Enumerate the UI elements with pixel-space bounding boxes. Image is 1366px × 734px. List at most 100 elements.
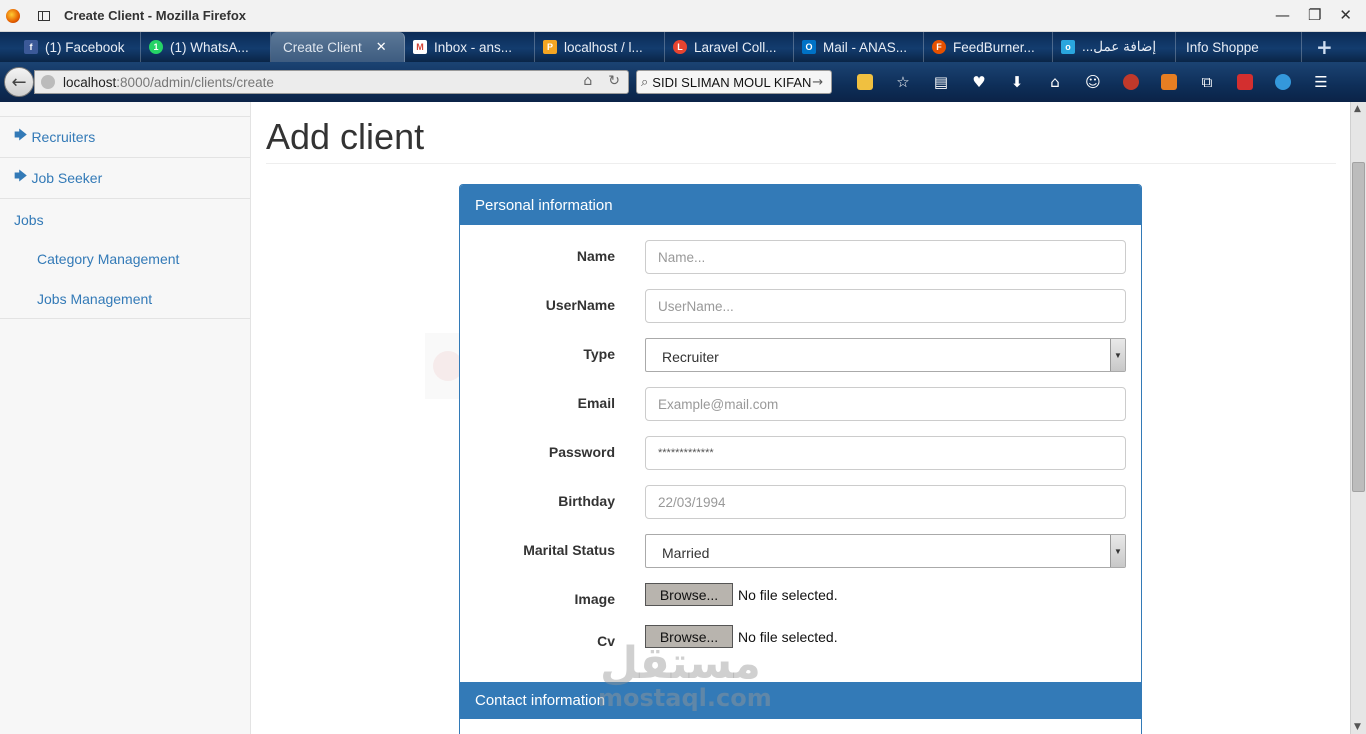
tab-phpmyadmin[interactable]: P localhost / l...: [535, 32, 665, 62]
tab-label: localhost / l...: [564, 39, 643, 55]
maximize-button[interactable]: ❐: [1308, 6, 1321, 24]
marital-status-label: Marital Status: [523, 542, 615, 558]
sidebar-item-jobs-management[interactable]: Jobs Management: [37, 291, 152, 307]
site-identity-icon[interactable]: [41, 75, 55, 89]
birthday-field[interactable]: [645, 485, 1126, 519]
search-icon: ⌕: [641, 74, 649, 90]
firefox-icon: [6, 8, 20, 23]
email-label: Email: [577, 395, 615, 411]
close-window-button[interactable]: ✕: [1339, 6, 1352, 24]
tab-facebook[interactable]: f (1) Facebook: [0, 32, 141, 62]
arrow-right-icon: 🡆: [14, 127, 28, 142]
url-bar[interactable]: localhost:8000/admin/clients/create ⌂ ↻: [34, 70, 629, 94]
type-label: Type: [583, 346, 615, 362]
url-text[interactable]: localhost:8000/admin/clients/create: [63, 75, 274, 90]
tab-create-client[interactable]: Create Client ✕: [271, 32, 405, 62]
window-titlebar: Create Client - Mozilla Firefox — ❐ ✕: [0, 0, 1366, 32]
scroll-down-icon[interactable]: ▼: [1354, 722, 1361, 732]
tab-label: (1) WhatsA...: [170, 39, 249, 55]
image-file-input: Browse... No file selected.: [645, 583, 838, 606]
vertical-scrollbar[interactable]: ▲ ▼: [1350, 102, 1366, 734]
extension-icon[interactable]: [846, 72, 884, 92]
username-field[interactable]: [645, 289, 1126, 323]
type-select[interactable]: Recruiter ▼: [645, 338, 1126, 372]
sidebar-item-label: Job Seeker: [31, 170, 103, 186]
pocket-icon[interactable]: ♥: [960, 72, 998, 92]
feedburner-icon: F: [932, 40, 946, 54]
tab-laravel[interactable]: L Laravel Coll...: [665, 32, 794, 62]
personal-info-panel: Personal information Name UserName Type …: [459, 184, 1142, 734]
name-field[interactable]: [645, 240, 1126, 274]
sidebar-item-recruiters[interactable]: 🡆 Recruiters: [0, 117, 250, 158]
tab-inbox[interactable]: M Inbox - ans...: [405, 32, 535, 62]
home-url-icon[interactable]: ⌂: [583, 73, 592, 89]
tab-label: ...إضافة عمل: [1082, 39, 1157, 54]
name-label: Name: [576, 248, 615, 264]
search-bar[interactable]: ⌕ →: [636, 70, 832, 94]
window-menu-icon[interactable]: [38, 10, 50, 21]
tab-label: Info Shoppe: [1186, 39, 1259, 55]
birthday-label: Birthday: [558, 493, 615, 509]
sidebar-item-category-management[interactable]: Category Management: [37, 251, 179, 267]
close-tab-icon[interactable]: ✕: [376, 39, 387, 55]
outlook-icon: O: [802, 40, 816, 54]
back-arrow-icon: ←: [11, 71, 27, 93]
search-input[interactable]: [652, 74, 813, 90]
password-label: Password: [548, 444, 615, 460]
tab-info-shoppe[interactable]: Info Shoppe: [1176, 32, 1302, 62]
screenshot-icon[interactable]: ⧉: [1188, 72, 1226, 92]
image-label: Image: [574, 591, 615, 607]
chat-icon[interactable]: ☺: [1074, 72, 1112, 92]
page-content: 🡆 Recruiters 🡆 Job Seeker Jobs Category …: [0, 102, 1350, 734]
phpmyadmin-icon: P: [543, 40, 557, 54]
password-field[interactable]: [645, 436, 1126, 470]
type-select-value: Recruiter: [662, 349, 719, 365]
menu-icon[interactable]: ☰: [1302, 72, 1340, 92]
dropdown-arrow-icon[interactable]: ▼: [1110, 339, 1125, 371]
pdf-icon[interactable]: [1226, 72, 1264, 92]
image-file-status: No file selected.: [738, 586, 838, 603]
bookmarks-list-icon[interactable]: ▤: [922, 72, 960, 92]
sidebar-item-jobs[interactable]: Jobs: [0, 199, 250, 240]
gmail-icon: M: [413, 40, 427, 54]
adblock-icon[interactable]: [1112, 72, 1150, 92]
tab-label: Create Client: [283, 39, 362, 55]
scroll-up-icon[interactable]: ▲: [1354, 104, 1361, 114]
navigation-toolbar: localhost:8000/admin/clients/create ⌂ ↻ …: [0, 62, 1366, 102]
notification-icon[interactable]: [1264, 72, 1302, 92]
back-button[interactable]: ←: [4, 67, 34, 97]
reload-icon[interactable]: ↻: [608, 73, 620, 89]
tab-whatsapp[interactable]: 1 (1) WhatsA...: [141, 32, 271, 62]
sidebar-item-label: Recruiters: [31, 129, 96, 145]
tab-outlook[interactable]: O Mail - ANAS...: [794, 32, 924, 62]
marital-status-value: Married: [662, 545, 710, 561]
addon-icon[interactable]: [1150, 72, 1188, 92]
tab-feedburner[interactable]: F FeedBurner...: [924, 32, 1053, 62]
sidebar-item-job-seeker[interactable]: 🡆 Job Seeker: [0, 158, 250, 199]
minimize-button[interactable]: —: [1275, 6, 1290, 24]
new-tab-button[interactable]: +: [1316, 35, 1333, 59]
tab-label: Laravel Coll...: [694, 39, 777, 55]
tab-mostaql[interactable]: o ...إضافة عمل: [1053, 32, 1176, 62]
scrollbar-thumb[interactable]: [1352, 162, 1365, 492]
username-label: UserName: [545, 297, 615, 313]
tab-label: Inbox - ans...: [434, 39, 513, 55]
facebook-icon: f: [24, 40, 38, 54]
page-title: Add client: [266, 116, 425, 157]
tab-label: FeedBurner...: [953, 39, 1035, 55]
dropdown-arrow-icon[interactable]: ▼: [1110, 535, 1125, 567]
mostaql-icon: o: [1061, 40, 1075, 54]
bookmark-star-icon[interactable]: ☆: [884, 72, 922, 92]
image-browse-button[interactable]: Browse...: [645, 583, 733, 606]
home-icon[interactable]: ⌂: [1036, 72, 1074, 92]
laravel-icon: L: [673, 40, 687, 54]
search-go-icon[interactable]: →: [812, 75, 823, 90]
download-icon[interactable]: ⬇: [998, 72, 1036, 92]
sidebar: 🡆 Recruiters 🡆 Job Seeker Jobs Category …: [0, 102, 251, 734]
sidebar-item-label: Jobs: [14, 211, 44, 228]
marital-status-select[interactable]: Married ▼: [645, 534, 1126, 568]
tab-label: Mail - ANAS...: [823, 39, 908, 55]
email-field[interactable]: [645, 387, 1126, 421]
contact-info-heading: Contact information: [460, 682, 1141, 719]
panel-heading: Personal information: [460, 185, 1141, 225]
